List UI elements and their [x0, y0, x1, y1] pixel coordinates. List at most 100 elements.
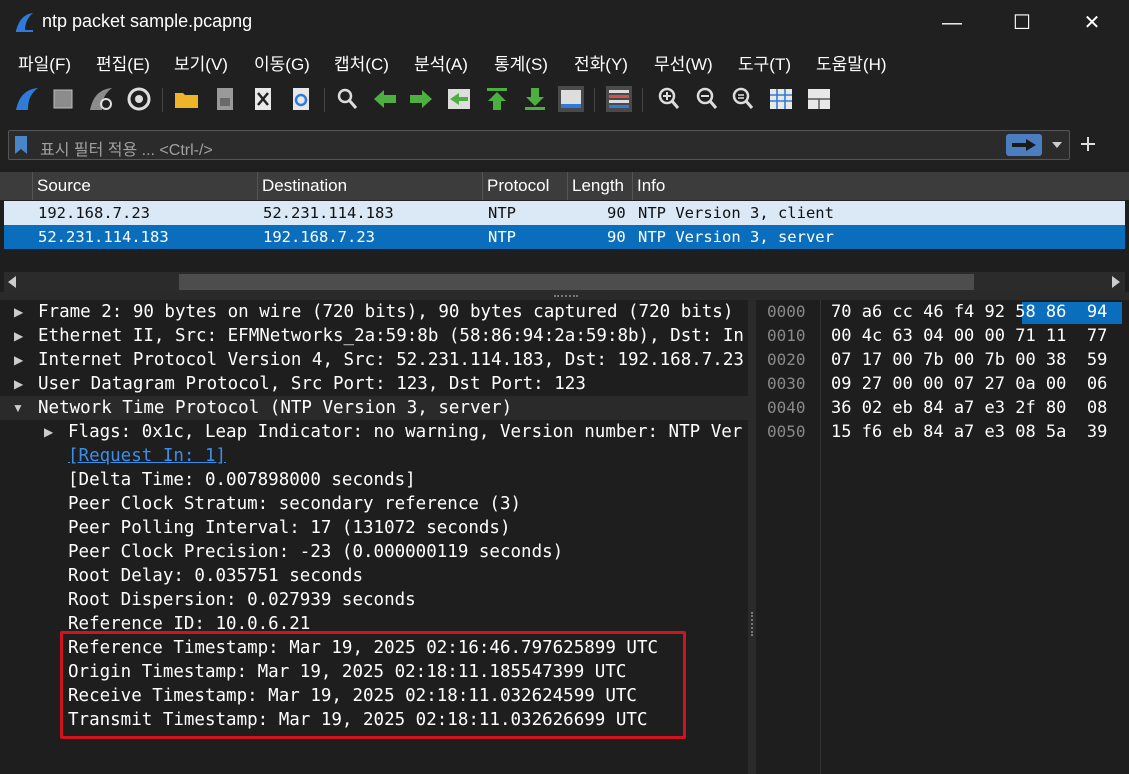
hex-bytes[interactable]: 09 27 00 00 07 27 0a 00 06 — [831, 372, 1107, 396]
add-filter-button-icon[interactable] — [1080, 136, 1096, 152]
last-packet-icon[interactable] — [520, 84, 550, 114]
hex-bytes[interactable]: 36 02 eb 84 a7 e3 2f 80 08 — [831, 396, 1107, 420]
packet-length: 90 — [607, 228, 626, 246]
packet-info: NTP Version 3, server — [638, 228, 834, 246]
packet-protocol: NTP — [488, 204, 516, 222]
pane-splitter[interactable] — [0, 292, 1129, 300]
expand-arrow-icon[interactable]: ▶ — [44, 420, 53, 444]
ntp-field-root-dispersion[interactable]: Root Dispersion: 0.027939 seconds — [68, 588, 416, 612]
scroll-left-icon[interactable] — [6, 275, 18, 289]
packet-row-selected[interactable]: 52.231.114.183 192.168.7.23 NTP 90 NTP V… — [4, 225, 1125, 249]
column-header-length[interactable]: Length — [572, 176, 624, 196]
expand-arrow-icon[interactable]: ▶ — [14, 372, 23, 396]
splitter-grip — [554, 295, 578, 299]
offset-column-divider — [820, 300, 821, 774]
column-header-destination[interactable]: Destination — [262, 176, 347, 196]
hex-offset: 0050 — [767, 422, 806, 441]
ntp-field-polling-interval[interactable]: Peer Polling Interval: 17 (131072 second… — [68, 516, 511, 540]
tree-item-frame[interactable]: Frame 2: 90 bytes on wire (720 bits), 90… — [38, 300, 733, 324]
menu-analyze[interactable]: 분석(A) — [414, 50, 468, 75]
display-filter-placeholder: 표시 필터 적용 ... <Ctrl-/> — [40, 142, 213, 159]
expand-arrow-icon[interactable]: ▶ — [14, 348, 23, 372]
ntp-field-request-in-link[interactable]: [Request In: 1] — [68, 444, 226, 468]
maximize-button[interactable]: ☐ — [1002, 8, 1042, 38]
packet-destination: 52.231.114.183 — [263, 204, 394, 222]
packet-row[interactable]: 192.168.7.23 52.231.114.183 NTP 90 NTP V… — [4, 201, 1125, 225]
menu-statistics[interactable]: 통계(S) — [494, 50, 548, 75]
close-file-icon[interactable] — [248, 84, 278, 114]
minimize-button[interactable]: — — [932, 8, 972, 38]
wireshark-fin-icon — [16, 13, 33, 32]
hex-offset: 0030 — [767, 374, 806, 393]
packet-info: NTP Version 3, client — [638, 204, 834, 222]
restart-capture-icon[interactable] — [86, 84, 116, 114]
tree-item-ntp[interactable]: Network Time Protocol (NTP Version 3, se… — [38, 396, 512, 420]
toolbar-separator — [594, 88, 595, 112]
hex-bytes[interactable]: 70 a6 cc 46 f4 92 58 86 94 — [831, 300, 1107, 324]
column-header-source[interactable]: Source — [37, 176, 91, 196]
autoscroll-icon[interactable] — [556, 84, 586, 114]
menu-capture[interactable]: 캡처(C) — [334, 50, 389, 75]
ntp-field-root-delay[interactable]: Root Delay: 0.035751 seconds — [68, 564, 363, 588]
first-packet-icon[interactable] — [482, 84, 512, 114]
menu-file[interactable]: 파일(F) — [18, 50, 71, 75]
capture-options-icon[interactable] — [124, 84, 154, 114]
tree-item-udp[interactable]: User Datagram Protocol, Src Port: 123, D… — [38, 372, 586, 396]
menu-go[interactable]: 이동(G) — [254, 50, 310, 75]
layout-icon[interactable] — [804, 84, 834, 114]
packet-source: 52.231.114.183 — [38, 228, 169, 246]
column-header-protocol[interactable]: Protocol — [487, 176, 549, 196]
ntp-field-stratum[interactable]: Peer Clock Stratum: secondary reference … — [68, 492, 521, 516]
expand-arrow-icon[interactable]: ▶ — [14, 300, 23, 324]
chevron-down-icon[interactable] — [1050, 138, 1064, 152]
apply-filter-arrow-icon[interactable] — [1006, 134, 1042, 156]
tree-item-ipv4[interactable]: Internet Protocol Version 4, Src: 52.231… — [38, 348, 744, 372]
tree-item-ethernet[interactable]: Ethernet II, Src: EFMNetworks_2a:59:8b (… — [38, 324, 744, 348]
ntp-field-precision[interactable]: Peer Clock Precision: -23 (0.000000119 s… — [68, 540, 563, 564]
ntp-field-delta-time[interactable]: [Delta Time: 0.007898000 seconds] — [68, 468, 416, 492]
save-file-icon[interactable] — [210, 84, 240, 114]
go-forward-icon[interactable] — [406, 84, 436, 114]
menu-edit[interactable]: 편집(E) — [96, 50, 150, 75]
open-file-icon[interactable] — [172, 84, 202, 114]
hex-bytes[interactable]: 15 f6 eb 84 a7 e3 08 5a 39 — [831, 420, 1107, 444]
go-to-packet-icon[interactable] — [444, 84, 474, 114]
packet-list-scrollbar[interactable] — [4, 272, 1125, 292]
hex-offset: 0000 — [767, 302, 806, 321]
colorize-icon[interactable] — [604, 84, 634, 114]
find-packet-icon[interactable] — [332, 84, 362, 114]
main-toolbar — [0, 78, 1129, 122]
scrollbar-thumb[interactable] — [179, 274, 974, 290]
toolbar-separator — [642, 88, 643, 112]
menu-tools[interactable]: 도구(T) — [738, 50, 791, 75]
go-back-icon[interactable] — [370, 84, 400, 114]
column-header-info[interactable]: Info — [637, 176, 665, 196]
menu-telephony[interactable]: 전화(Y) — [574, 50, 628, 75]
reload-file-icon[interactable] — [286, 84, 316, 114]
collapse-arrow-icon[interactable]: ▼ — [12, 396, 24, 420]
column-divider — [482, 172, 483, 200]
expand-arrow-icon[interactable]: ▶ — [14, 324, 23, 348]
normal-size-icon[interactable] — [728, 84, 758, 114]
zoom-in-icon[interactable] — [654, 84, 684, 114]
ntp-field-flags[interactable]: Flags: 0x1c, Leap Indicator: no warning,… — [68, 420, 742, 444]
menu-bar: 파일(F) 편집(E) 보기(V) 이동(G) 캡처(C) 분석(A) 통계(S… — [0, 44, 1129, 78]
start-capture-icon[interactable] — [12, 84, 42, 114]
display-filter-bar: 표시 필터 적용 ... <Ctrl-/> — [0, 122, 1129, 168]
zoom-out-icon[interactable] — [692, 84, 722, 114]
hex-offset: 0040 — [767, 398, 806, 417]
hex-offset: 0020 — [767, 350, 806, 369]
menu-help[interactable]: 도움말(H) — [816, 50, 887, 75]
close-window-button[interactable]: ✕ — [1072, 8, 1112, 38]
resize-columns-icon[interactable] — [766, 84, 796, 114]
vertical-pane-splitter[interactable] — [748, 300, 756, 774]
stop-capture-icon[interactable] — [48, 84, 78, 114]
menu-wireless[interactable]: 무선(W) — [654, 50, 713, 75]
bookmark-icon[interactable] — [14, 135, 28, 155]
scroll-right-icon[interactable] — [1110, 275, 1122, 289]
packet-protocol: NTP — [488, 228, 516, 246]
title-bar: ntp packet sample.pcapng — ☐ ✕ — [0, 0, 1129, 44]
hex-bytes[interactable]: 07 17 00 7b 00 7b 00 38 59 — [831, 348, 1107, 372]
menu-view[interactable]: 보기(V) — [174, 50, 228, 75]
hex-bytes[interactable]: 00 4c 63 04 00 00 71 11 77 — [831, 324, 1107, 348]
